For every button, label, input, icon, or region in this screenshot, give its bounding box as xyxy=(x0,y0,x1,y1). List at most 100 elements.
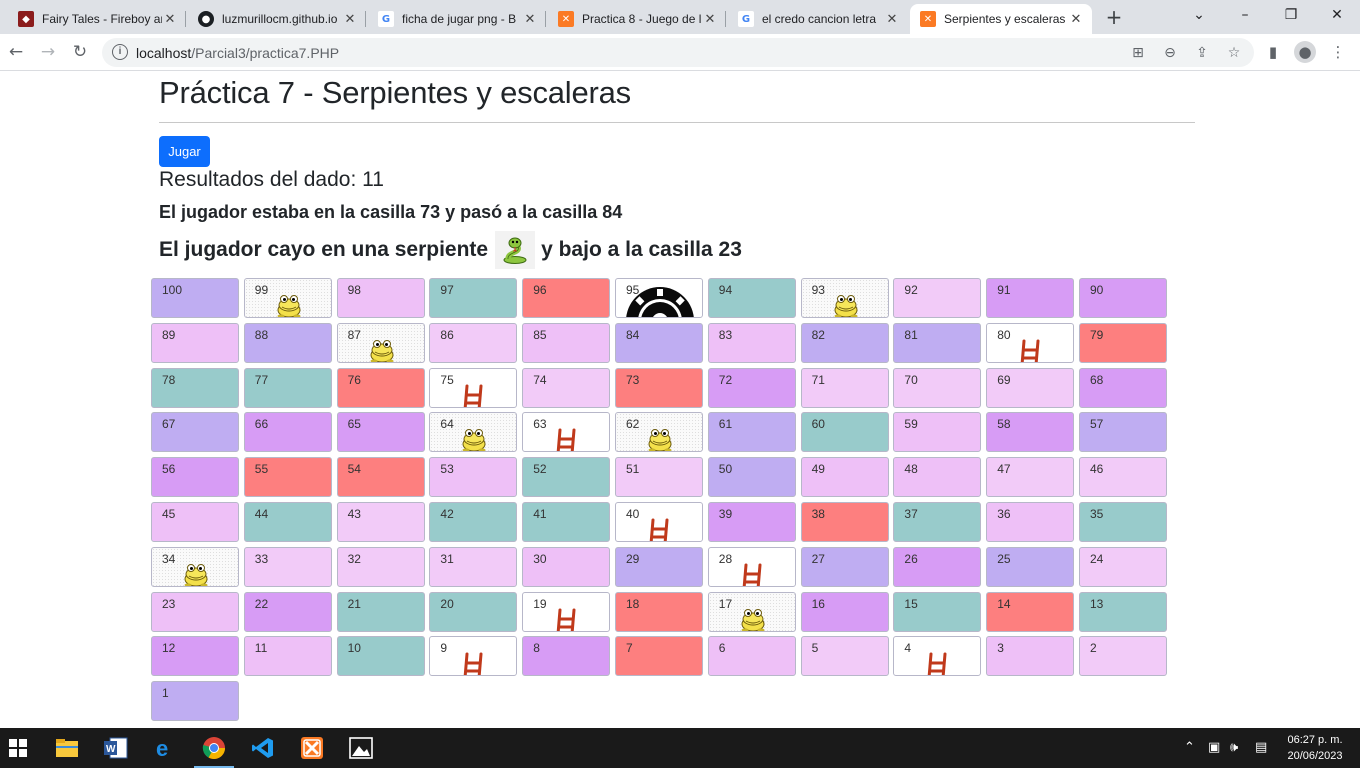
cell-number: 27 xyxy=(811,551,825,566)
cell-number: 72 xyxy=(718,372,733,387)
profile-avatar-icon[interactable]: ● xyxy=(1294,41,1316,63)
board-cell-90: 90 xyxy=(1079,278,1167,318)
cell-number: 87 xyxy=(347,327,361,342)
share-icon[interactable]: ⇪ xyxy=(1193,44,1211,62)
tab-title: Serpientes y escaleras xyxy=(944,12,1066,26)
board-cell-65: 65 xyxy=(336,412,425,453)
board-cell-13: 13 xyxy=(1079,591,1167,632)
ladder-icon xyxy=(924,651,952,676)
network-icon[interactable]: ▣ xyxy=(1208,728,1220,768)
cell-number: 10 xyxy=(347,641,361,656)
cell-number: 34 xyxy=(162,551,176,566)
close-tab-icon[interactable]: ✕ xyxy=(342,12,358,27)
board-cell-59: 59 xyxy=(893,412,982,453)
board-cell-73: 73 xyxy=(615,367,703,408)
board-cell-96: 96 xyxy=(522,278,611,318)
translate-icon[interactable]: ⊞ xyxy=(1129,44,1147,62)
close-window-button[interactable]: ✕ xyxy=(1314,0,1360,30)
board-cell-40: 40 xyxy=(615,502,703,542)
cell-number: 50 xyxy=(718,462,733,477)
chrome-icon[interactable] xyxy=(200,734,228,762)
board-cell-79: 79 xyxy=(1079,322,1167,363)
browser-tab[interactable]: ◆ Fairy Tales - Fireboy ar ✕ xyxy=(8,4,186,34)
minimize-button[interactable]: – xyxy=(1222,0,1268,30)
side-panel-icon[interactable]: ▮ xyxy=(1262,41,1284,63)
forward-icon[interactable]: → xyxy=(34,38,62,66)
close-tab-icon[interactable]: ✕ xyxy=(162,12,178,27)
snake-message-before: El jugador cayo en una serpiente xyxy=(159,238,489,261)
board-cell-83: 83 xyxy=(707,322,796,363)
browser-tab[interactable]: Gficha de jugar png - B ✕ xyxy=(368,4,546,34)
tab-title: Fairy Tales - Fireboy ar xyxy=(42,12,162,26)
tab-search-icon[interactable]: ⌄ xyxy=(1176,0,1222,30)
game-icon: ◆ xyxy=(18,11,34,27)
board-cell-87: 87 xyxy=(336,322,425,363)
cell-number: 9 xyxy=(440,641,448,656)
cell-number: 26 xyxy=(904,551,918,566)
board-cell-88: 88 xyxy=(243,322,332,363)
cell-number: 73 xyxy=(626,372,640,387)
photos-icon[interactable] xyxy=(347,734,375,762)
cell-number: 84 xyxy=(626,327,640,342)
browser-tab[interactable]: ✕ Practica 8 - Juego de l ✕ xyxy=(548,4,726,34)
board-cell-60: 60 xyxy=(800,412,889,453)
cell-number: 43 xyxy=(347,507,361,521)
board-cell-63: 63 xyxy=(522,412,611,453)
board-cell-62: 62 xyxy=(615,412,703,453)
board-cell-22: 22 xyxy=(243,591,332,632)
restore-button[interactable]: ❐ xyxy=(1268,0,1314,30)
address-bar[interactable]: i localhost/Parcial3/practica7.PHP ⊞ ⊖ ⇪… xyxy=(102,38,1254,67)
windows-start-icon[interactable] xyxy=(4,734,32,762)
notification-center-icon[interactable]: ▤ xyxy=(1255,728,1267,768)
close-tab-icon[interactable]: ✕ xyxy=(884,12,900,27)
hidden-icons-chevron[interactable]: ⌃ xyxy=(1184,728,1195,768)
player-token-icon xyxy=(622,285,698,317)
board-cell-20: 20 xyxy=(429,591,518,632)
close-tab-icon[interactable]: ✕ xyxy=(702,12,718,27)
site-info-icon[interactable]: i xyxy=(112,44,128,60)
cell-number: 16 xyxy=(811,596,825,611)
cell-number: 59 xyxy=(904,417,918,432)
browser-tab[interactable]: Gel credo cancion letra ✕ xyxy=(728,4,908,34)
cell-number: 19 xyxy=(533,596,547,611)
menu-kebab-icon[interactable]: ⋮ xyxy=(1327,41,1349,63)
board-cell-19: 19 xyxy=(522,591,611,632)
ladder-icon xyxy=(646,517,674,541)
cell-number: 1 xyxy=(162,686,169,701)
bookmark-star-icon[interactable]: ☆ xyxy=(1225,44,1243,62)
board-cell-24: 24 xyxy=(1079,546,1167,587)
cell-number: 48 xyxy=(904,462,918,477)
file-explorer-icon[interactable] xyxy=(53,734,81,762)
cell-number: 14 xyxy=(997,596,1011,611)
cell-number: 18 xyxy=(626,596,640,611)
board-cell-2: 2 xyxy=(1079,636,1167,677)
close-tab-icon[interactable]: ✕ xyxy=(1068,12,1084,27)
board-cell-99: 99 xyxy=(243,278,332,318)
reload-icon[interactable]: ↻ xyxy=(66,38,94,66)
cell-number: 2 xyxy=(1090,641,1097,656)
new-tab-button[interactable]: + xyxy=(1102,6,1126,30)
browser-tab[interactable]: ✕ Serpientes y escaleras ✕ xyxy=(910,4,1092,34)
cell-number: 24 xyxy=(1090,551,1104,566)
cell-number: 74 xyxy=(533,372,547,387)
close-tab-icon[interactable]: ✕ xyxy=(522,12,538,27)
volume-icon[interactable]: 🕪 xyxy=(1230,728,1238,768)
tab-separator xyxy=(365,11,366,27)
zoom-icon[interactable]: ⊖ xyxy=(1161,44,1179,62)
xampp-icon: ✕ xyxy=(920,11,936,27)
board-cell-26: 26 xyxy=(893,546,982,587)
edge-icon[interactable]: e xyxy=(151,734,179,762)
tab-title: Practica 8 - Juego de l xyxy=(582,12,702,26)
xampp-icon[interactable] xyxy=(298,734,326,762)
vscode-icon[interactable] xyxy=(249,734,277,762)
word-icon[interactable]: W xyxy=(102,734,130,762)
board-cell-32: 32 xyxy=(336,546,425,587)
browser-tab[interactable]: ● luzmurillocm.github.io ✕ xyxy=(188,4,366,34)
ladder-icon xyxy=(739,562,767,586)
cell-number: 5 xyxy=(811,641,819,656)
system-clock[interactable]: 06:27 p. m. 20/06/2023 xyxy=(1282,732,1348,764)
play-button[interactable]: Jugar xyxy=(159,136,210,167)
url-text[interactable]: localhost/Parcial3/practica7.PHP xyxy=(136,45,339,61)
back-icon[interactable]: ← xyxy=(2,38,30,66)
cell-number: 97 xyxy=(440,283,454,297)
